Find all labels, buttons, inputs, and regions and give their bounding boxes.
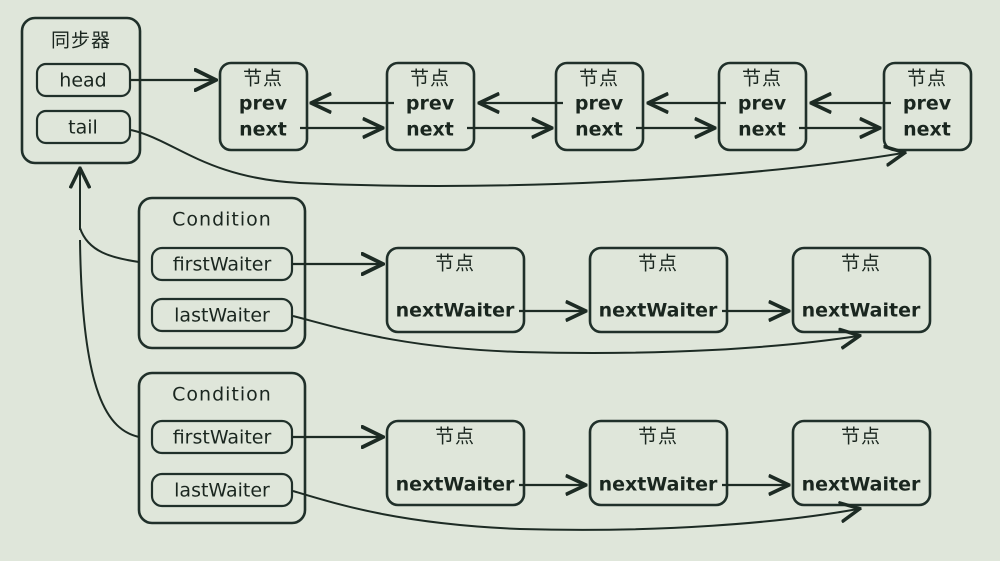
- sync-node-3-prev: prev: [575, 93, 624, 115]
- condition-2-title: Condition: [172, 384, 272, 406]
- condition-1-waiter-node-3-title: 节点: [841, 253, 881, 275]
- field-tail[interactable]: tail: [35, 109, 132, 145]
- condition-2-firstwaiter-label: firstWaiter: [173, 427, 272, 449]
- sync-node-3-title: 节点: [579, 68, 619, 90]
- sync-node-4-prev: prev: [738, 93, 787, 115]
- condition-1-field-lastwaiter[interactable]: lastWaiter: [150, 297, 294, 333]
- condition-2-waiter-node-3-nextwaiter: nextWaiter: [802, 474, 921, 496]
- synchronizer-box[interactable]: 同步器 head tail: [20, 16, 142, 165]
- sync-node-1[interactable]: 节点 prev next: [218, 61, 309, 152]
- condition-2-waiter-node-3-title: 节点: [841, 426, 881, 448]
- condition-2-box[interactable]: Condition firstWaiter lastWaiter: [137, 371, 307, 525]
- field-head-label: head: [59, 70, 106, 92]
- sync-node-4-next: next: [738, 119, 786, 141]
- edge-c1-lastwaiter-to-waiter3: [292, 315, 858, 355]
- condition-2-field-firstwaiter[interactable]: firstWaiter: [150, 419, 294, 455]
- condition-2-field-lastwaiter[interactable]: lastWaiter: [150, 472, 294, 508]
- condition-2-waiter-node-2-title: 节点: [638, 426, 678, 448]
- sync-node-5-next: next: [903, 119, 951, 141]
- condition-1-waiter-node-3-nextwaiter: nextWaiter: [802, 300, 921, 322]
- sync-node-2-prev: prev: [406, 93, 455, 115]
- sync-node-2[interactable]: 节点 prev next: [385, 61, 476, 152]
- condition-2-lastwaiter-label: lastWaiter: [174, 480, 270, 502]
- sync-node-5-prev: prev: [903, 93, 952, 115]
- sync-node-3-next: next: [575, 119, 623, 141]
- condition-1-title: Condition: [172, 209, 272, 231]
- condition-1-waiter-node-3[interactable]: 节点 nextWaiter: [791, 246, 932, 334]
- field-tail-label: tail: [68, 117, 98, 139]
- synchronizer-title: 同步器: [51, 30, 111, 52]
- condition-1-waiter-node-2-nextwaiter: nextWaiter: [599, 300, 718, 322]
- condition-2-waiter-node-1-nextwaiter: nextWaiter: [396, 474, 515, 496]
- condition-2-waiter-node-3[interactable]: 节点 nextWaiter: [791, 419, 932, 507]
- condition-1-box[interactable]: Condition firstWaiter lastWaiter: [137, 196, 307, 350]
- diagram-canvas: 同步器 head tail 节点 prev next 节点 prev next: [0, 0, 1000, 561]
- condition-2-waiter-node-1-title: 节点: [435, 426, 475, 448]
- sync-node-4-title: 节点: [742, 68, 782, 90]
- condition-1-waiter-node-1-nextwaiter: nextWaiter: [396, 300, 515, 322]
- condition-1-field-firstwaiter[interactable]: firstWaiter: [150, 246, 294, 282]
- sync-node-2-title: 节点: [410, 68, 450, 90]
- sync-node-1-prev: prev: [239, 93, 288, 115]
- sync-node-1-next: next: [239, 119, 287, 141]
- sync-node-4[interactable]: 节点 prev next: [717, 61, 808, 152]
- aqs-structure-diagram: 同步器 head tail 节点 prev next 节点 prev next: [20, 16, 973, 531]
- condition-1-lastwaiter-label: lastWaiter: [174, 305, 270, 327]
- condition-1-waiter-node-2[interactable]: 节点 nextWaiter: [588, 246, 729, 334]
- edge-condition2-to-synchronizer: [79, 239, 140, 438]
- edge-c2-lastwaiter-to-waiter3: [292, 490, 858, 531]
- sync-node-5-title: 节点: [907, 68, 947, 90]
- sync-node-3[interactable]: 节点 prev next: [554, 61, 645, 152]
- sync-node-1-title: 节点: [243, 68, 283, 90]
- condition-2-waiter-node-2-nextwaiter: nextWaiter: [599, 474, 718, 496]
- condition-1-firstwaiter-label: firstWaiter: [173, 254, 272, 276]
- condition-1-waiter-node-1[interactable]: 节点 nextWaiter: [385, 246, 526, 334]
- condition-1-waiter-node-2-title: 节点: [638, 253, 678, 275]
- edge-condition1-to-synchronizer: [79, 227, 140, 263]
- field-head[interactable]: head: [35, 62, 132, 98]
- condition-2-waiter-node-1[interactable]: 节点 nextWaiter: [385, 419, 526, 507]
- condition-2-waiter-node-2[interactable]: 节点 nextWaiter: [588, 419, 729, 507]
- sync-node-2-next: next: [406, 119, 454, 141]
- condition-1-waiter-node-1-title: 节点: [435, 253, 475, 275]
- sync-node-5[interactable]: 节点 prev next: [882, 61, 973, 152]
